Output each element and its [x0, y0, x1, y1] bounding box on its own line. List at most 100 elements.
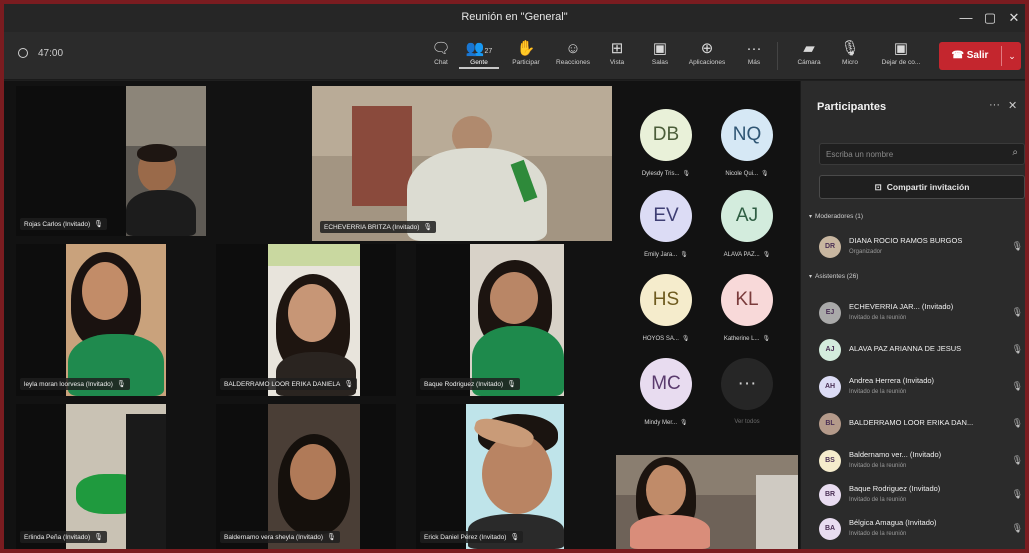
raise-hand-button[interactable]: ✋ Participar — [506, 39, 546, 66]
participant-row[interactable]: BS Baldernamo ver... (Invitado) Invitado… — [819, 445, 1025, 481]
participant-name: Baque Rodriguez (Invitado) — [849, 484, 941, 493]
participant-hair — [137, 144, 177, 162]
avatar-initials: KL — [735, 289, 759, 310]
mic-muted-icon: 🎙 — [1011, 523, 1023, 533]
chevron-down-icon[interactable]: ⌄ — [1003, 42, 1021, 70]
avatar-initials: BR — [824, 491, 836, 498]
participants-panel: Participantes ··· ✕ ⌕ ⊡ Compartir invitac… — [800, 81, 1025, 549]
moderators-section-header[interactable]: ▾ Moderadores (1) — [809, 213, 863, 220]
avatar-name: Dylesdy Tris... 🎙 — [623, 170, 709, 177]
leave-label[interactable]: ☎ Salir — [939, 42, 1001, 70]
video-tile[interactable]: Baldernamo vera sheyla (Invitado) 🎙 — [216, 404, 396, 549]
participant-row[interactable]: BA Bélgica Amagua (Invitado) Invitado de… — [819, 513, 1025, 549]
avatar: DR — [819, 236, 841, 258]
view-all-button[interactable]: ··· — [721, 358, 773, 410]
share-invite-button[interactable]: ⊡ Compartir invitación — [819, 175, 1025, 199]
reactions-button[interactable]: ☺ Reacciones — [553, 39, 593, 66]
close-icon[interactable]: ✕ — [1008, 99, 1017, 112]
participant-name: ECHEVERRIA JAR... (Invitado) — [849, 302, 954, 311]
apps-button[interactable]: ⊕ Aplicaciones — [687, 39, 727, 66]
participant-name-tag: BALDERRAMO LOOR ERIKA DANIELA 🎙 — [220, 378, 358, 390]
participant-name: Baldernamo ver... (Invitado) — [849, 450, 942, 459]
stop-sharing-button[interactable]: ▣ Dejar de co... — [877, 39, 925, 66]
mic-muted-icon: 🎙 — [423, 224, 433, 231]
participant-name: Katherine L... — [723, 336, 760, 342]
participant-name: Emily Jara... — [644, 252, 678, 258]
mic-muted-icon: 🎙 — [680, 420, 688, 426]
raise-hand-icon: ✋ — [516, 40, 536, 57]
participant-role: Organizador — [849, 249, 883, 255]
avatar-initials: DB — [652, 124, 680, 145]
video-tile[interactable]: ECHEVERRIA BRITZA (Invitado) 🎙 — [312, 86, 612, 241]
more-options-icon[interactable]: ··· — [989, 99, 1000, 111]
participant-name-tag: leyla moran loorvesa (Invitado) 🎙 — [20, 378, 130, 390]
camera-button[interactable]: ▰ Cámara — [789, 39, 829, 66]
people-icon: 👥27 — [465, 40, 493, 57]
avatar-name: HOYOS SA... 🎙 — [623, 335, 709, 342]
participant-search[interactable]: ⌕ — [819, 143, 1025, 165]
video-feed-light — [268, 244, 360, 266]
mic-muted-icon: 🎙 — [762, 252, 771, 258]
mic-muted-icon: 🎙 — [1011, 455, 1023, 465]
search-input[interactable] — [826, 147, 996, 162]
participant-name: BALDERRAMO LOOR ERIKA DANIELA — [224, 381, 341, 388]
people-button[interactable]: 👥27 Gente — [459, 39, 499, 69]
video-tile[interactable]: Erlinda Peña (Invitado) 🎙 — [16, 404, 166, 549]
participant-row[interactable]: AH Andrea Herrera (Invitado) Invitado de… — [819, 371, 1025, 407]
mic-muted-icon: 🎙 — [1011, 489, 1023, 499]
mic-muted-icon: 🎙 — [1011, 344, 1023, 354]
participant-row[interactable]: BL BALDERRAMO LOOR ERIKA DAN... 🎙 — [819, 408, 1025, 444]
video-tile[interactable]: Erick Daniel Pérez (Invitado) 🎙 — [416, 404, 564, 549]
attendees-section-header[interactable]: ▾ Asistentes (26) — [809, 273, 858, 280]
avatar[interactable]: HS — [640, 274, 692, 326]
mic-muted-icon: 🎙 — [327, 534, 336, 541]
avatar[interactable]: DB — [640, 109, 692, 161]
view-button[interactable]: ⊞ Vista — [597, 39, 637, 66]
participant-name: BALDERRAMO LOOR ERIKA DAN... — [849, 418, 974, 427]
participant-row[interactable]: BR Baque Rodriguez (Invitado) Invitado d… — [819, 479, 1025, 515]
view-icon: ⊞ — [610, 40, 624, 57]
avatar: BA — [819, 518, 841, 540]
video-tile[interactable]: BALDERRAMO LOOR ERIKA DANIELA 🎙 — [216, 244, 396, 396]
participant-name: Andrea Herrera (Invitado) — [849, 376, 935, 385]
avatar-initials: EV — [653, 205, 679, 226]
participant-row[interactable]: DR DIANA ROCIO RAMOS BURGOS Organizador … — [819, 231, 1025, 267]
participant-row[interactable]: EJ ECHEVERRIA JAR... (Invitado) Invitado… — [819, 297, 1025, 333]
maximize-button[interactable]: ▢ — [977, 9, 1003, 27]
leave-button[interactable]: ☎ Salir ⌄ — [939, 42, 1021, 70]
window-title: Reunión en "General" — [461, 11, 568, 23]
participant-row[interactable]: AJ ALAVA PAZ ARIANNA DE JESUS 🎙 — [819, 334, 1025, 370]
panel-title: Participantes — [817, 101, 887, 113]
section-label: Moderadores (1) — [815, 213, 864, 220]
close-button[interactable]: ✕ — [1001, 9, 1025, 27]
mic-muted-icon: 🎙 — [94, 534, 104, 541]
mic-muted-icon: 🎙 — [344, 381, 354, 388]
microphone-button[interactable]: 🎙 Micro — [830, 39, 870, 66]
participant-body — [126, 414, 166, 549]
video-tile[interactable]: Baque Rodriguez (Invitado) 🎙 — [416, 244, 564, 396]
avatar: AJ — [819, 339, 841, 361]
participant-role: Invitado de la reunión — [849, 497, 907, 503]
self-video-preview[interactable] — [616, 455, 798, 549]
chat-button[interactable]: 🗨 Chat — [421, 39, 461, 66]
video-tile[interactable]: Rojas Carlos (Invitado) 🎙 — [16, 86, 206, 236]
breakout-rooms-icon: ▣ — [652, 40, 668, 57]
avatar-initials: AJ — [735, 205, 759, 226]
avatar[interactable]: NQ — [721, 109, 773, 161]
video-tile[interactable]: leyla moran loorvesa (Invitado) 🎙 — [16, 244, 166, 396]
minimize-button[interactable]: — — [953, 9, 979, 27]
avatar[interactable]: EV — [640, 190, 692, 242]
avatar[interactable]: KL — [721, 274, 773, 326]
avatar-initials: BS — [825, 457, 835, 464]
breakout-rooms-button[interactable]: ▣ Salas — [640, 39, 680, 66]
video-stage: Rojas Carlos (Invitado) 🎙 ECHEVERRIA BRIT… — [4, 81, 800, 549]
avatar[interactable]: AJ — [721, 190, 773, 242]
mic-muted-icon: 🎙 — [680, 252, 688, 258]
avatar-name: ALAVA PAZ... 🎙 — [704, 251, 790, 258]
mic-muted-icon: 🎙 — [1011, 381, 1023, 391]
more-button[interactable]: ··· Más — [734, 39, 774, 66]
participant-name: Nicole Qui... — [725, 171, 759, 177]
teams-meeting-window: Reunión en "General" — ▢ ✕ 47:00 🗨 Chat … — [4, 4, 1025, 549]
avatar[interactable]: MC — [640, 358, 692, 410]
avatar-initials: MC — [651, 373, 681, 394]
